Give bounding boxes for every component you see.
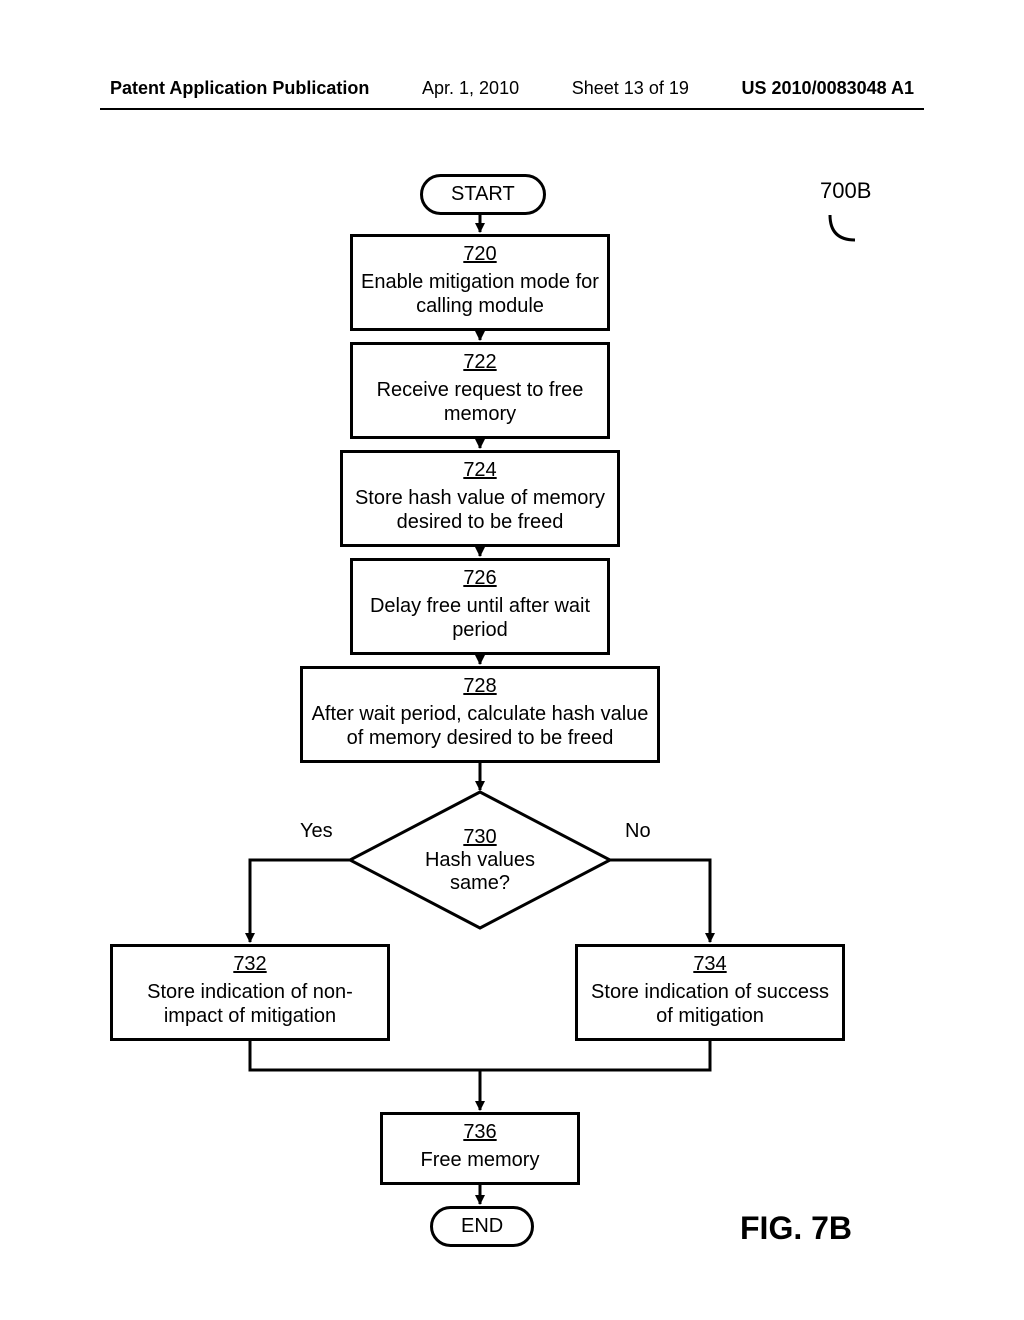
publication-date: Apr. 1, 2010 [422, 78, 519, 99]
step-number: 736 [391, 1121, 569, 1144]
figure-label: FIG. 7B [740, 1210, 852, 1247]
end-terminator: END [430, 1206, 534, 1247]
decision-730: 730 Hash values same? [410, 826, 550, 895]
start-terminator: START [420, 174, 546, 215]
end-label: END [461, 1215, 503, 1237]
step-number: 722 [361, 351, 599, 374]
process-732: 732 Store indication of non-impact of mi… [110, 944, 390, 1041]
figure-reference-number: 700B [820, 178, 871, 204]
header-rule [100, 108, 924, 110]
step-text: Delay free until after wait period [370, 595, 590, 641]
page-header: Patent Application Publication Apr. 1, 2… [0, 78, 1024, 99]
process-736: 736 Free memory [380, 1112, 580, 1185]
step-text: Receive request to free memory [377, 379, 584, 425]
decision-no-label: No [625, 820, 651, 843]
step-text: Store indication of non-impact of mitiga… [147, 981, 353, 1027]
step-number: 732 [121, 953, 379, 976]
step-number: 720 [361, 243, 599, 266]
step-number: 724 [351, 459, 609, 482]
sheet-number: Sheet 13 of 19 [572, 78, 689, 99]
step-text: Enable mitigation mode for calling modul… [361, 271, 599, 317]
process-720: 720 Enable mitigation mode for calling m… [350, 234, 610, 331]
step-text: After wait period, calculate hash value … [312, 703, 649, 749]
start-label: START [451, 183, 515, 205]
document-number: US 2010/0083048 A1 [742, 78, 914, 99]
process-734: 734 Store indication of success of mitig… [575, 944, 845, 1041]
step-number: 726 [361, 567, 599, 590]
step-number: 728 [311, 675, 649, 698]
step-number: 734 [586, 953, 834, 976]
process-722: 722 Receive request to free memory [350, 342, 610, 439]
publication-label: Patent Application Publication [110, 78, 369, 99]
process-726: 726 Delay free until after wait period [350, 558, 610, 655]
step-text: Store hash value of memory desired to be… [355, 487, 605, 533]
flowchart-diagram: START 720 Enable mitigation mode for cal… [0, 170, 1024, 1270]
process-728: 728 After wait period, calculate hash va… [300, 666, 660, 763]
step-number: 730 [410, 826, 550, 849]
process-724: 724 Store hash value of memory desired t… [340, 450, 620, 547]
step-text: Store indication of success of mitigatio… [591, 981, 829, 1027]
step-text: Free memory [421, 1149, 540, 1171]
step-text: Hash values same? [410, 849, 550, 895]
decision-yes-label: Yes [300, 820, 333, 843]
